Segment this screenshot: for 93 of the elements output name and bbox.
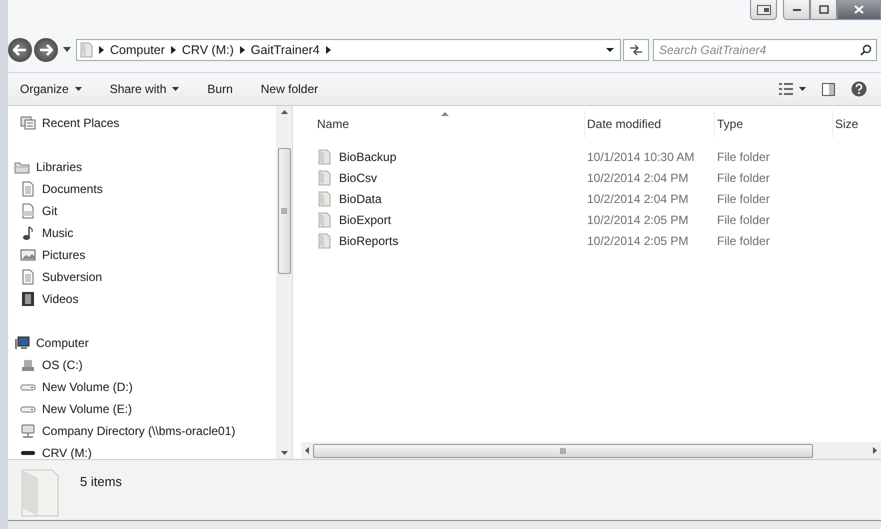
address-dropdown-icon[interactable] (606, 48, 614, 52)
preview-pane-icon (822, 82, 835, 96)
folder-icon (79, 42, 93, 58)
sidebar-item[interactable]: Pictures (8, 244, 276, 266)
toolbar-button[interactable]: New folder (252, 78, 326, 100)
file-name[interactable]: BioData (339, 192, 382, 206)
maximize-button[interactable] (810, 0, 837, 20)
film-icon (20, 291, 36, 307)
breadcrumb-item[interactable]: GaitTrainer4 (250, 43, 320, 57)
sidebar-item[interactable]: Computer (8, 332, 276, 354)
history-dropdown-icon[interactable] (63, 47, 71, 53)
grip-icon[interactable] (560, 448, 566, 454)
sidebar-item[interactable]: Git (8, 200, 276, 222)
sidebar-item[interactable]: Subversion (8, 266, 276, 288)
folder-icon (317, 190, 331, 206)
back-button[interactable] (8, 38, 32, 62)
network-drive-icon (20, 423, 36, 439)
forward-arrow-icon (39, 44, 53, 56)
details-view-icon (779, 83, 793, 95)
type-cell: File folder (717, 234, 770, 248)
sidebar-item[interactable]: Documents (8, 178, 276, 200)
toolbar-button[interactable]: Share with (102, 78, 188, 100)
folder-icon (317, 212, 331, 228)
sidebar-item[interactable]: Recent Places (8, 112, 276, 134)
scroll-down-arrow-icon[interactable] (280, 451, 288, 455)
close-button[interactable] (837, 0, 881, 20)
close-icon (854, 5, 864, 14)
scroll-left-arrow-icon[interactable] (305, 447, 309, 454)
search-field[interactable]: Search GaitTrainer4 (653, 39, 877, 61)
recent-places-icon (20, 115, 36, 131)
sidebar-item[interactable]: Libraries (8, 156, 276, 178)
forward-button[interactable] (34, 38, 58, 62)
folder-icon (317, 232, 331, 248)
date-modified-cell: 10/2/2014 2:04 PM (587, 192, 688, 206)
minimize-icon (792, 8, 800, 10)
sidebar-item[interactable]: New Volume (D:) (8, 376, 276, 398)
sidebar-item[interactable]: Company Directory (\\bms-oracle01) (8, 420, 276, 442)
breadcrumb-item[interactable]: Computer (110, 43, 165, 57)
item-count: 5 items (80, 474, 122, 489)
back-arrow-icon (13, 44, 27, 56)
breadcrumb-arrow-icon[interactable] (240, 46, 245, 54)
date-modified-cell: 10/2/2014 2:05 PM (587, 212, 688, 226)
folder-icon (317, 148, 331, 164)
sidebar-item[interactable]: New Volume (E:) (8, 398, 276, 420)
scroll-right-arrow-icon[interactable] (873, 447, 877, 454)
date-modified-cell: 10/1/2014 10:30 AM (587, 150, 694, 164)
file-name[interactable]: BioExport (339, 212, 392, 226)
dropdown-caret-icon (799, 87, 806, 91)
sidebar-item[interactable]: OS (C:) (8, 354, 276, 376)
system-drive-icon (20, 357, 36, 373)
scroll-up-arrow-icon[interactable] (280, 110, 288, 114)
sidebar-item[interactable]: Music (8, 222, 276, 244)
column-header[interactable]: Date modified (585, 110, 715, 138)
file-name[interactable]: BioCsv (339, 170, 378, 184)
refresh-button[interactable] (623, 39, 649, 61)
drive-icon (20, 406, 36, 412)
drive-icon (20, 450, 36, 456)
toolbar-button[interactable]: Organize (12, 78, 90, 100)
type-cell: File folder (717, 170, 770, 184)
type-cell: File folder (717, 192, 770, 206)
column-header[interactable]: Name (315, 110, 585, 138)
file-name[interactable]: BioReports (339, 234, 398, 248)
help-icon (851, 81, 867, 97)
horizontal-scrollbar[interactable] (301, 442, 881, 459)
git-icon (20, 203, 36, 219)
breadcrumb-arrow-icon[interactable] (326, 46, 331, 54)
type-cell: File folder (717, 150, 770, 164)
search-icon (860, 44, 872, 56)
switch-window-button[interactable] (750, 0, 777, 20)
type-cell: File folder (717, 212, 770, 226)
picture-icon (20, 247, 36, 263)
maximize-icon (818, 5, 828, 14)
address-bar[interactable]: Computer CRV (M:) GaitTrainer4 (76, 39, 621, 61)
column-header[interactable]: Type (715, 110, 833, 138)
window-switch-icon (756, 4, 770, 14)
drive-icon (20, 384, 36, 390)
file-name[interactable]: BioBackup (339, 150, 396, 164)
breadcrumb-item[interactable]: CRV (M:) (182, 43, 234, 57)
sidebar-item[interactable]: Videos (8, 288, 276, 310)
minimize-button[interactable] (783, 0, 810, 20)
toolbar-button[interactable]: Burn (199, 78, 241, 100)
date-modified-cell: 10/2/2014 2:05 PM (587, 234, 688, 248)
document-icon (20, 269, 36, 285)
grip-icon[interactable] (281, 208, 287, 214)
date-modified-cell: 10/2/2014 2:04 PM (587, 170, 688, 184)
breadcrumb-arrow-icon[interactable] (170, 46, 176, 54)
folder-icon (317, 170, 331, 186)
computer-icon (14, 335, 30, 351)
vertical-scrollbar[interactable] (276, 106, 292, 459)
refresh-icon (629, 44, 643, 56)
document-icon (20, 181, 36, 197)
column-header[interactable]: Size (833, 110, 881, 138)
breadcrumb-arrow-icon[interactable] (99, 46, 104, 54)
